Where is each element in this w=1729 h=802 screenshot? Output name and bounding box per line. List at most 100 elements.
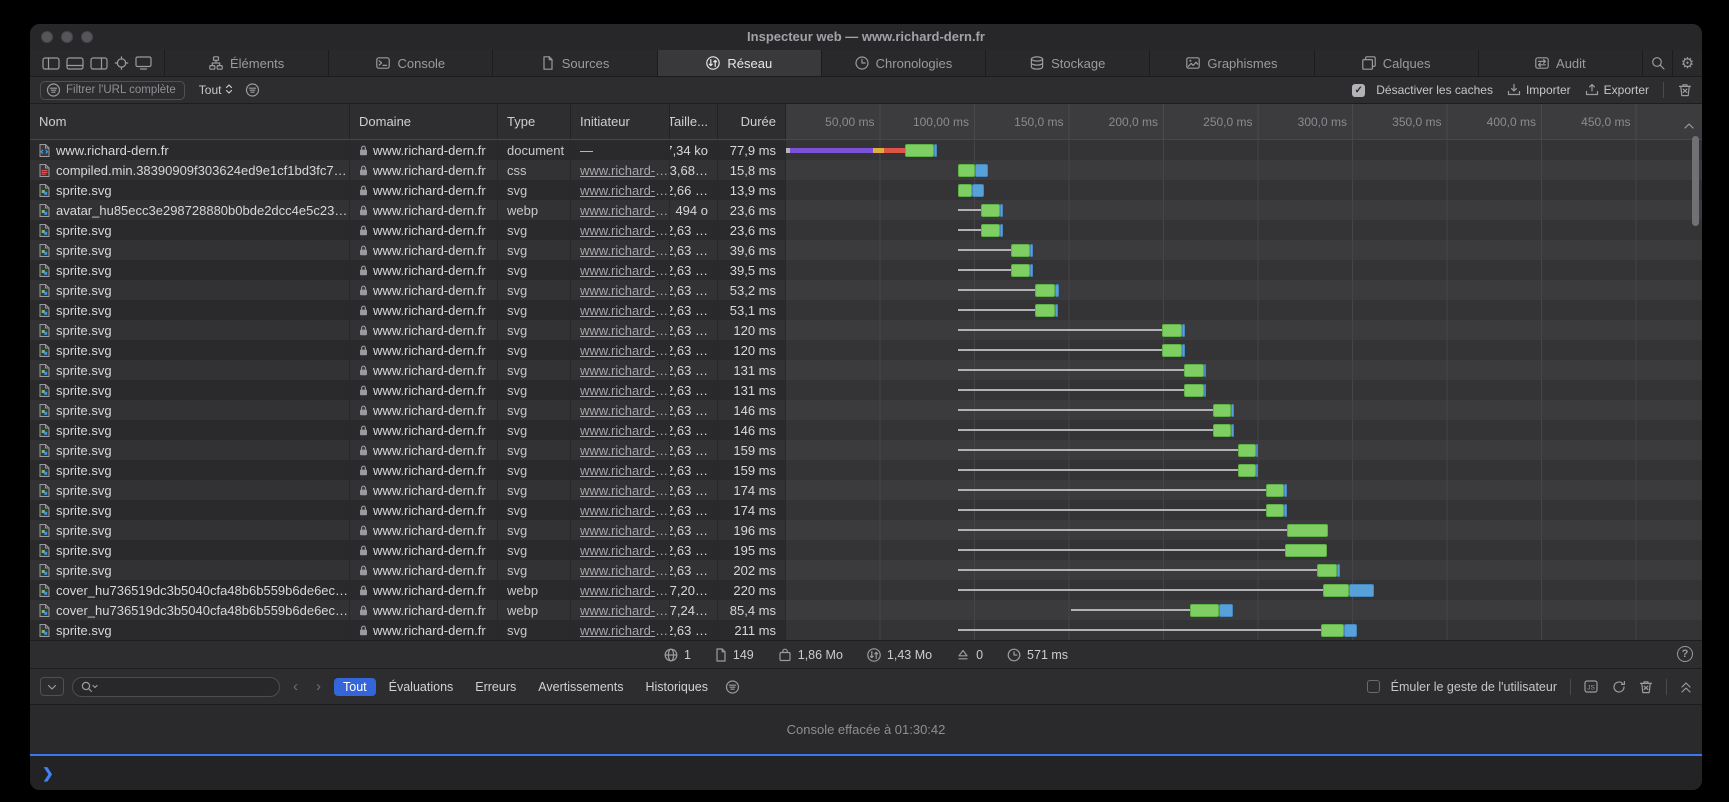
- tab-stockage[interactable]: Stockage: [985, 50, 1149, 76]
- initiator-link[interactable]: www.richard-d…: [580, 403, 669, 418]
- network-row[interactable]: cover_hu736519dc3b5040cfa48b6b559b6de6ec…: [30, 580, 1702, 600]
- network-row[interactable]: sprite.svgwww.richard-dern.frsvgwww.rich…: [30, 540, 1702, 560]
- console-search-input[interactable]: [72, 677, 280, 697]
- initiator-link[interactable]: www.richard-d…: [580, 423, 669, 438]
- export-button[interactable]: Exporter: [1585, 83, 1649, 97]
- console-scope-button[interactable]: [40, 677, 64, 696]
- collapse-timeline-chevron-icon[interactable]: [1684, 117, 1694, 132]
- help-button[interactable]: ?: [1677, 646, 1693, 662]
- initiator-link[interactable]: www.richard-d…: [580, 243, 669, 258]
- type-filter-dropdown[interactable]: Tout: [199, 83, 234, 98]
- network-row[interactable]: sprite.svgwww.richard-dern.frsvgwww.rich…: [30, 620, 1702, 640]
- network-row[interactable]: sprite.svgwww.richard-dern.frsvgwww.rich…: [30, 280, 1702, 300]
- network-row[interactable]: sprite.svgwww.richard-dern.frsvgwww.rich…: [30, 220, 1702, 240]
- network-row[interactable]: sprite.svgwww.richard-dern.frsvgwww.rich…: [30, 560, 1702, 580]
- tab-calques[interactable]: Calques: [1314, 50, 1478, 76]
- initiator-link[interactable]: www.richard-d…: [580, 583, 669, 598]
- console-scope-historiques[interactable]: Historiques: [636, 678, 717, 696]
- network-row[interactable]: sprite.svgwww.richard-dern.frsvgwww.rich…: [30, 340, 1702, 360]
- network-row[interactable]: sprite.svgwww.richard-dern.frsvgwww.rich…: [30, 420, 1702, 440]
- network-row[interactable]: sprite.svgwww.richard-dern.frsvgwww.rich…: [30, 300, 1702, 320]
- tab-console[interactable]: Console: [328, 50, 492, 76]
- dock-bottom-panel-icon[interactable]: [66, 57, 84, 70]
- console-prompt[interactable]: ❯: [30, 754, 1702, 790]
- close-window-button[interactable]: [41, 31, 53, 43]
- column-header-initiateur[interactable]: Initiateur: [571, 104, 670, 139]
- network-row[interactable]: sprite.svgwww.richard-dern.frsvgwww.rich…: [30, 500, 1702, 520]
- network-row[interactable]: sprite.svgwww.richard-dern.frsvgwww.rich…: [30, 400, 1702, 420]
- network-row[interactable]: www.richard-dern.frwww.richard-dern.frdo…: [30, 140, 1702, 160]
- initiator-link[interactable]: www.richard-d…: [580, 163, 669, 178]
- tab-elements[interactable]: Éléments: [164, 50, 328, 76]
- column-header-domaine[interactable]: Domaine: [350, 104, 498, 139]
- dock-left-panel-icon[interactable]: [42, 57, 60, 70]
- filter-options-button[interactable]: [245, 83, 260, 97]
- initiator-link[interactable]: www.richard-d…: [580, 483, 669, 498]
- clear-console-trash-button[interactable]: [1639, 680, 1653, 694]
- initiator-link[interactable]: www.richard-d…: [580, 503, 669, 518]
- initiator-link[interactable]: www.richard-d…: [580, 543, 669, 558]
- url-filter-input[interactable]: Filtrer l'URL complète: [40, 81, 185, 100]
- initiator-link[interactable]: www.richard-d…: [580, 443, 669, 458]
- console-scope-avertissements[interactable]: Avertissements: [529, 678, 632, 696]
- search-button[interactable]: [1642, 50, 1672, 76]
- network-row[interactable]: sprite.svgwww.richard-dern.frsvgwww.rich…: [30, 360, 1702, 380]
- zoom-window-button[interactable]: [81, 31, 93, 43]
- tab-graphismes[interactable]: Graphismes: [1149, 50, 1313, 76]
- network-row[interactable]: avatar_hu85ecc3e298728880b0bde2dcc4e5c23…: [30, 200, 1702, 220]
- network-row[interactable]: sprite.svgwww.richard-dern.frsvgwww.rich…: [30, 380, 1702, 400]
- initiator-link[interactable]: www.richard-d…: [580, 563, 669, 578]
- import-button[interactable]: Importer: [1507, 83, 1571, 97]
- javascript-context-button[interactable]: JS: [1584, 680, 1599, 694]
- network-row[interactable]: sprite.svgwww.richard-dern.frsvgwww.rich…: [30, 460, 1702, 480]
- tab-chronologies[interactable]: Chronologies: [821, 50, 985, 76]
- console-scope-erreurs[interactable]: Erreurs: [466, 678, 525, 696]
- element-picker-crosshair-icon[interactable]: [114, 56, 129, 70]
- network-row[interactable]: sprite.svgwww.richard-dern.frsvgwww.rich…: [30, 180, 1702, 200]
- next-result-button[interactable]: ›: [311, 678, 326, 695]
- initiator-link[interactable]: www.richard-d…: [580, 263, 669, 278]
- initiator-link[interactable]: www.richard-d…: [580, 203, 669, 218]
- initiator-link[interactable]: www.richard-d…: [580, 343, 669, 358]
- network-row[interactable]: sprite.svgwww.richard-dern.frsvgwww.rich…: [30, 320, 1702, 340]
- disable-caches-checkbox[interactable]: ✓ Désactiver les caches: [1352, 83, 1493, 97]
- clear-network-trash-button[interactable]: [1678, 83, 1692, 97]
- vertical-scrollbar[interactable]: [1692, 136, 1699, 226]
- dock-right-panel-icon[interactable]: [90, 57, 108, 70]
- tab-reseau[interactable]: Réseau: [657, 50, 821, 76]
- column-header-taille[interactable]: Taille...: [670, 104, 718, 139]
- console-filter-button[interactable]: [725, 680, 740, 694]
- tab-audit[interactable]: Audit: [1478, 50, 1642, 76]
- console-scope-tout[interactable]: Tout: [334, 678, 376, 696]
- column-header-type[interactable]: Type: [498, 104, 571, 139]
- column-header-duree[interactable]: Durée: [718, 104, 786, 139]
- initiator-link[interactable]: www.richard-d…: [580, 283, 669, 298]
- column-header-nom[interactable]: Nom: [30, 104, 350, 139]
- initiator-link[interactable]: www.richard-d…: [580, 303, 669, 318]
- settings-gear-button[interactable]: ⚙: [1672, 50, 1702, 76]
- minimize-window-button[interactable]: [61, 31, 73, 43]
- initiator-link[interactable]: www.richard-d…: [580, 463, 669, 478]
- network-row[interactable]: sprite.svgwww.richard-dern.frsvgwww.rich…: [30, 480, 1702, 500]
- console-scope-evaluations[interactable]: Évaluations: [380, 678, 463, 696]
- network-row[interactable]: sprite.svgwww.richard-dern.frsvgwww.rich…: [30, 240, 1702, 260]
- device-screen-icon[interactable]: [135, 56, 152, 70]
- initiator-link[interactable]: www.richard-d…: [580, 383, 669, 398]
- previous-result-button[interactable]: ‹: [288, 678, 303, 695]
- network-row[interactable]: compiled.min.38390909f303624ed9e1cf1bd3f…: [30, 160, 1702, 180]
- network-row[interactable]: sprite.svgwww.richard-dern.frsvgwww.rich…: [30, 520, 1702, 540]
- initiator-link[interactable]: www.richard-d…: [580, 223, 669, 238]
- initiator-link[interactable]: www.richard-d…: [580, 323, 669, 338]
- initiator-link[interactable]: www.richard-d…: [580, 183, 669, 198]
- emulate-user-gesture-checkbox[interactable]: Émuler le geste de l'utilisateur: [1367, 680, 1557, 694]
- initiator-link[interactable]: www.richard-d…: [580, 603, 669, 618]
- initiator-link[interactable]: www.richard-d…: [580, 523, 669, 538]
- network-row[interactable]: sprite.svgwww.richard-dern.frsvgwww.rich…: [30, 260, 1702, 280]
- initiator-link[interactable]: www.richard-d…: [580, 623, 669, 638]
- collapse-console-chevrons-icon[interactable]: [1680, 681, 1692, 693]
- reload-page-button[interactable]: [1612, 680, 1626, 694]
- network-row[interactable]: sprite.svgwww.richard-dern.frsvgwww.rich…: [30, 440, 1702, 460]
- tab-sources[interactable]: Sources: [492, 50, 656, 76]
- initiator-link[interactable]: www.richard-d…: [580, 363, 669, 378]
- network-row[interactable]: cover_hu736519dc3b5040cfa48b6b559b6de6ec…: [30, 600, 1702, 620]
